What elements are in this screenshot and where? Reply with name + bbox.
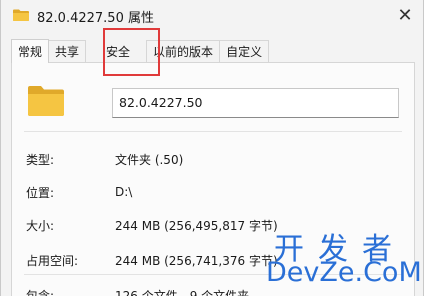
title-bar[interactable]: 82.0.4227.50 属性 ✕	[1, 0, 424, 32]
folder-name-field[interactable]: 82.0.4227.50	[112, 88, 399, 118]
close-button[interactable]: ✕	[389, 0, 421, 30]
type-label: 类型:	[26, 152, 55, 167]
tab-security[interactable]: 安全	[99, 40, 137, 62]
location-label: 位置:	[26, 185, 55, 200]
tab-previous-versions[interactable]: 以前的版本	[146, 40, 221, 62]
divider	[24, 131, 402, 132]
type-row: 类型: 文件夹 (.50)	[26, 150, 406, 168]
size-label: 大小:	[26, 218, 55, 233]
close-icon: ✕	[397, 4, 413, 26]
location-row: 位置: D:\	[26, 183, 406, 201]
folder-icon	[13, 9, 29, 21]
tab-general[interactable]: 常规	[11, 39, 50, 63]
location-value: D:\	[115, 185, 133, 199]
type-value: 文件夹 (.50)	[115, 152, 184, 167]
tab-customize[interactable]: 自定义	[219, 40, 270, 62]
contains-label: 包含:	[26, 288, 55, 296]
tab-sharing[interactable]: 共享	[48, 40, 87, 62]
disk-size-label: 占用空间:	[26, 253, 79, 268]
window-title: 82.0.4227.50 属性	[37, 11, 154, 26]
site-watermark: 开发者 DevZe.CoM	[266, 224, 424, 296]
properties-dialog: 82.0.4227.50 属性 ✕ 常规 共享 安全 以前的版本 自定义 82.…	[0, 0, 424, 296]
watermark-en-text: DevZe.CoM	[266, 257, 422, 288]
folder-icon	[28, 86, 64, 116]
tab-strip: 常规 共享 安全 以前的版本 自定义	[11, 39, 270, 63]
size-value: 244 MB (256,495,817 字节)	[115, 218, 278, 233]
disk-size-value: 244 MB (256,741,376 字节)	[115, 253, 278, 268]
contains-value: 126 个文件，9 个文件夹	[115, 288, 250, 296]
